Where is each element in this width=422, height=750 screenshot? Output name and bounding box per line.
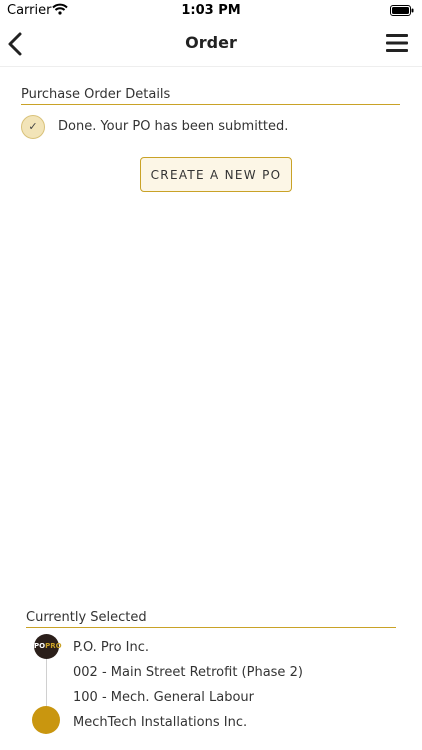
page-title: Order	[185, 33, 237, 52]
status-time: 1:03 PM	[181, 3, 241, 18]
create-new-po-button[interactable]: CREATE A NEW PO	[140, 157, 292, 192]
hamburger-menu-icon[interactable]	[386, 34, 408, 56]
submission-message: Done. Your PO has been submitted.	[58, 119, 289, 134]
checkmark-icon: ✓	[21, 115, 45, 139]
currently-selected-header: Currently Selected	[26, 610, 396, 628]
battery-icon	[390, 5, 414, 20]
selected-project[interactable]: 002 - Main Street Retrofit (Phase 2)	[73, 665, 303, 680]
selected-cost-code[interactable]: 100 - Mech. General Labour	[73, 690, 254, 705]
purchase-order-details-header: Purchase Order Details	[21, 87, 400, 105]
nav-bar: Order	[0, 22, 422, 67]
selected-vendor[interactable]: MechTech Installations Inc.	[73, 715, 247, 730]
selected-company[interactable]: P.O. Pro Inc.	[73, 640, 149, 655]
logo-text-pro: PRO	[45, 642, 62, 650]
status-bar: Carrier 1:03 PM	[0, 0, 422, 22]
company-logo: POPRO	[34, 634, 62, 659]
vendor-marker-dot	[32, 706, 60, 734]
logo-text-po: PO	[34, 642, 46, 650]
